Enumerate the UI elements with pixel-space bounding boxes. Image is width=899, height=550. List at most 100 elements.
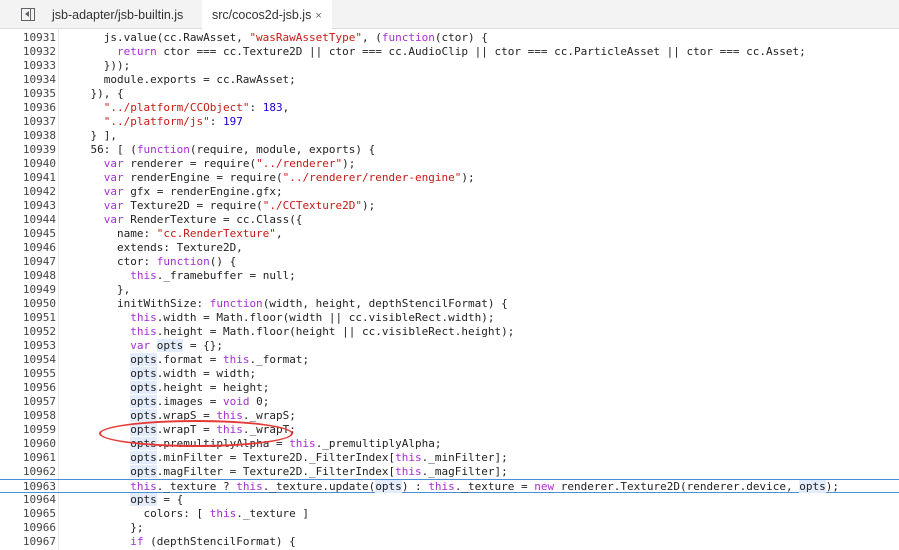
code-line[interactable]: 10949 },	[0, 283, 899, 297]
code-line[interactable]: 10961 opts.minFilter = Texture2D._Filter…	[0, 451, 899, 465]
code-text: js.value(cc.RawAsset, "wasRawAssetType",…	[64, 31, 488, 44]
line-number: 10938	[22, 129, 56, 142]
code-line[interactable]: 10939 56: [ (function(require, module, e…	[0, 143, 899, 157]
line-number: 10962	[22, 465, 56, 478]
tab-label: src/cocos2d-jsb.js	[212, 8, 312, 22]
code-line[interactable]: 10950 initWithSize: function(width, heig…	[0, 297, 899, 311]
code-line[interactable]: 10956 opts.height = height;	[0, 381, 899, 395]
code-line[interactable]: 10932 return ctor === cc.Texture2D || ct…	[0, 45, 899, 59]
code-text: var Texture2D = require("./CCTexture2D")…	[103, 199, 376, 212]
code-line[interactable]: 10931 js.value(cc.RawAsset, "wasRawAsset…	[0, 31, 899, 45]
code-line[interactable]: 10941 var renderEngine = require("../ren…	[0, 171, 899, 185]
line-number: 10963	[22, 480, 56, 493]
line-number: 10935	[22, 87, 56, 100]
code-line[interactable]: 10953 var opts = {};	[0, 339, 899, 353]
line-number: 10937	[22, 115, 56, 128]
code-line[interactable]: 10964 opts = {	[0, 493, 899, 507]
code-line[interactable]: 10946 extends: Texture2D,	[0, 241, 899, 255]
code-line[interactable]: 10963 this._texture ? this._texture.upda…	[0, 479, 899, 493]
line-number: 10959	[22, 423, 56, 436]
code-line[interactable]: 10952 this.height = Math.floor(height ||…	[0, 325, 899, 339]
line-number: 10953	[22, 339, 56, 352]
line-number: 10966	[22, 521, 56, 534]
code-editor[interactable]: 10931 js.value(cc.RawAsset, "wasRawAsset…	[0, 29, 899, 550]
line-number: 10956	[22, 381, 56, 394]
code-line[interactable]: 10958 opts.wrapS = this._wrapS;	[0, 409, 899, 423]
code-line[interactable]: 10942 var gfx = renderEngine.gfx;	[0, 185, 899, 199]
line-number: 10946	[22, 241, 56, 254]
line-number: 10942	[22, 185, 56, 198]
code-text: this.height = Math.floor(height || cc.vi…	[130, 325, 515, 338]
code-line[interactable]: 10936 "../platform/CCObject": 183,	[0, 101, 899, 115]
line-number: 10954	[22, 353, 56, 366]
tab-bar: jsb-adapter/jsb-builtin.js src/cocos2d-j…	[0, 0, 899, 29]
code-text: 56: [ (function(require, module, exports…	[64, 143, 376, 156]
code-line[interactable]: 10962 opts.magFilter = Texture2D._Filter…	[0, 465, 899, 479]
code-text: }), {	[64, 87, 124, 100]
code-text: return ctor === cc.Texture2D || ctor ===…	[116, 45, 806, 58]
code-line[interactable]: 10938 } ],	[0, 129, 899, 143]
line-number: 10957	[22, 395, 56, 408]
code-text: },	[64, 283, 131, 296]
code-line[interactable]: 10966 };	[0, 521, 899, 535]
line-number: 10936	[22, 101, 56, 114]
code-line[interactable]: 10947 ctor: function() {	[0, 255, 899, 269]
code-line[interactable]: 10940 var renderer = require("../rendere…	[0, 157, 899, 171]
code-text: this._framebuffer = null;	[130, 269, 296, 282]
code-text: opts.height = height;	[130, 381, 270, 394]
code-text: this._texture ? this._texture.update(opt…	[130, 480, 839, 493]
line-number: 10958	[22, 409, 56, 422]
red-circle-annotation	[99, 420, 293, 447]
code-text: var RenderTexture = cc.Class({	[103, 213, 303, 226]
code-line[interactable]: 10934 module.exports = cc.RawAsset;	[0, 73, 899, 87]
code-line[interactable]: 10951 this.width = Math.floor(width || c…	[0, 311, 899, 325]
line-number: 10965	[22, 507, 56, 520]
code-text: opts = {	[130, 493, 184, 506]
line-number: 10961	[22, 451, 56, 464]
code-text: };	[64, 521, 144, 534]
line-number: 10955	[22, 367, 56, 380]
code-line[interactable]: 10944 var RenderTexture = cc.Class({	[0, 213, 899, 227]
line-number: 10931	[22, 31, 56, 44]
code-text: opts.minFilter = Texture2D._FilterIndex[…	[130, 451, 508, 464]
tab-label: jsb-adapter/jsb-builtin.js	[52, 8, 184, 22]
tab-cocos2d-jsb[interactable]: src/cocos2d-jsb.js ×	[202, 0, 332, 29]
code-line[interactable]: 10954 opts.format = this._format;	[0, 353, 899, 367]
code-line[interactable]: 10948 this._framebuffer = null;	[0, 269, 899, 283]
line-number: 10943	[22, 199, 56, 212]
code-line[interactable]: 10967 if (depthStencilFormat) {	[0, 535, 899, 549]
line-number: 10939	[22, 143, 56, 156]
code-line[interactable]: 10943 var Texture2D = require("./CCTextu…	[0, 199, 899, 213]
code-text: extends: Texture2D,	[64, 241, 243, 254]
code-line[interactable]: 10945 name: "cc.RenderTexture",	[0, 227, 899, 241]
code-line[interactable]: 10957 opts.images = void 0;	[0, 395, 899, 409]
line-number: 10950	[22, 297, 56, 310]
code-text: this.width = Math.floor(width || cc.visi…	[130, 311, 495, 324]
line-number: 10934	[22, 73, 56, 86]
code-text: if (depthStencilFormat) {	[130, 535, 296, 548]
line-number: 10932	[22, 45, 56, 58]
close-tab-icon[interactable]: ×	[315, 10, 321, 22]
line-number: 10940	[22, 157, 56, 170]
line-number: 10945	[22, 227, 56, 240]
toggle-navigator-icon[interactable]	[21, 8, 35, 21]
code-line[interactable]: 10937 "../platform/js": 197	[0, 115, 899, 129]
line-number: 10951	[22, 311, 56, 324]
code-text: var opts = {};	[130, 339, 223, 352]
code-text: ctor: function() {	[64, 255, 237, 268]
code-text: initWithSize: function(width, height, de…	[64, 297, 508, 310]
code-line[interactable]: 10935 }), {	[0, 87, 899, 101]
code-text: opts.magFilter = Texture2D._FilterIndex[…	[130, 465, 508, 478]
code-text: "../platform/CCObject": 183,	[103, 101, 290, 114]
line-number: 10949	[22, 283, 56, 296]
tab-jsb-builtin[interactable]: jsb-adapter/jsb-builtin.js	[52, 0, 183, 28]
code-line[interactable]: 10933 }));	[0, 59, 899, 73]
line-number: 10952	[22, 325, 56, 338]
code-line[interactable]: 10955 opts.width = width;	[0, 367, 899, 381]
code-text: opts.format = this._format;	[130, 353, 310, 366]
line-number: 10941	[22, 171, 56, 184]
code-text: name: "cc.RenderTexture",	[64, 227, 283, 240]
code-line[interactable]: 10965 colors: [ this._texture ]	[0, 507, 899, 521]
line-number: 10964	[22, 493, 56, 506]
code-text: colors: [ this._texture ]	[64, 507, 310, 520]
